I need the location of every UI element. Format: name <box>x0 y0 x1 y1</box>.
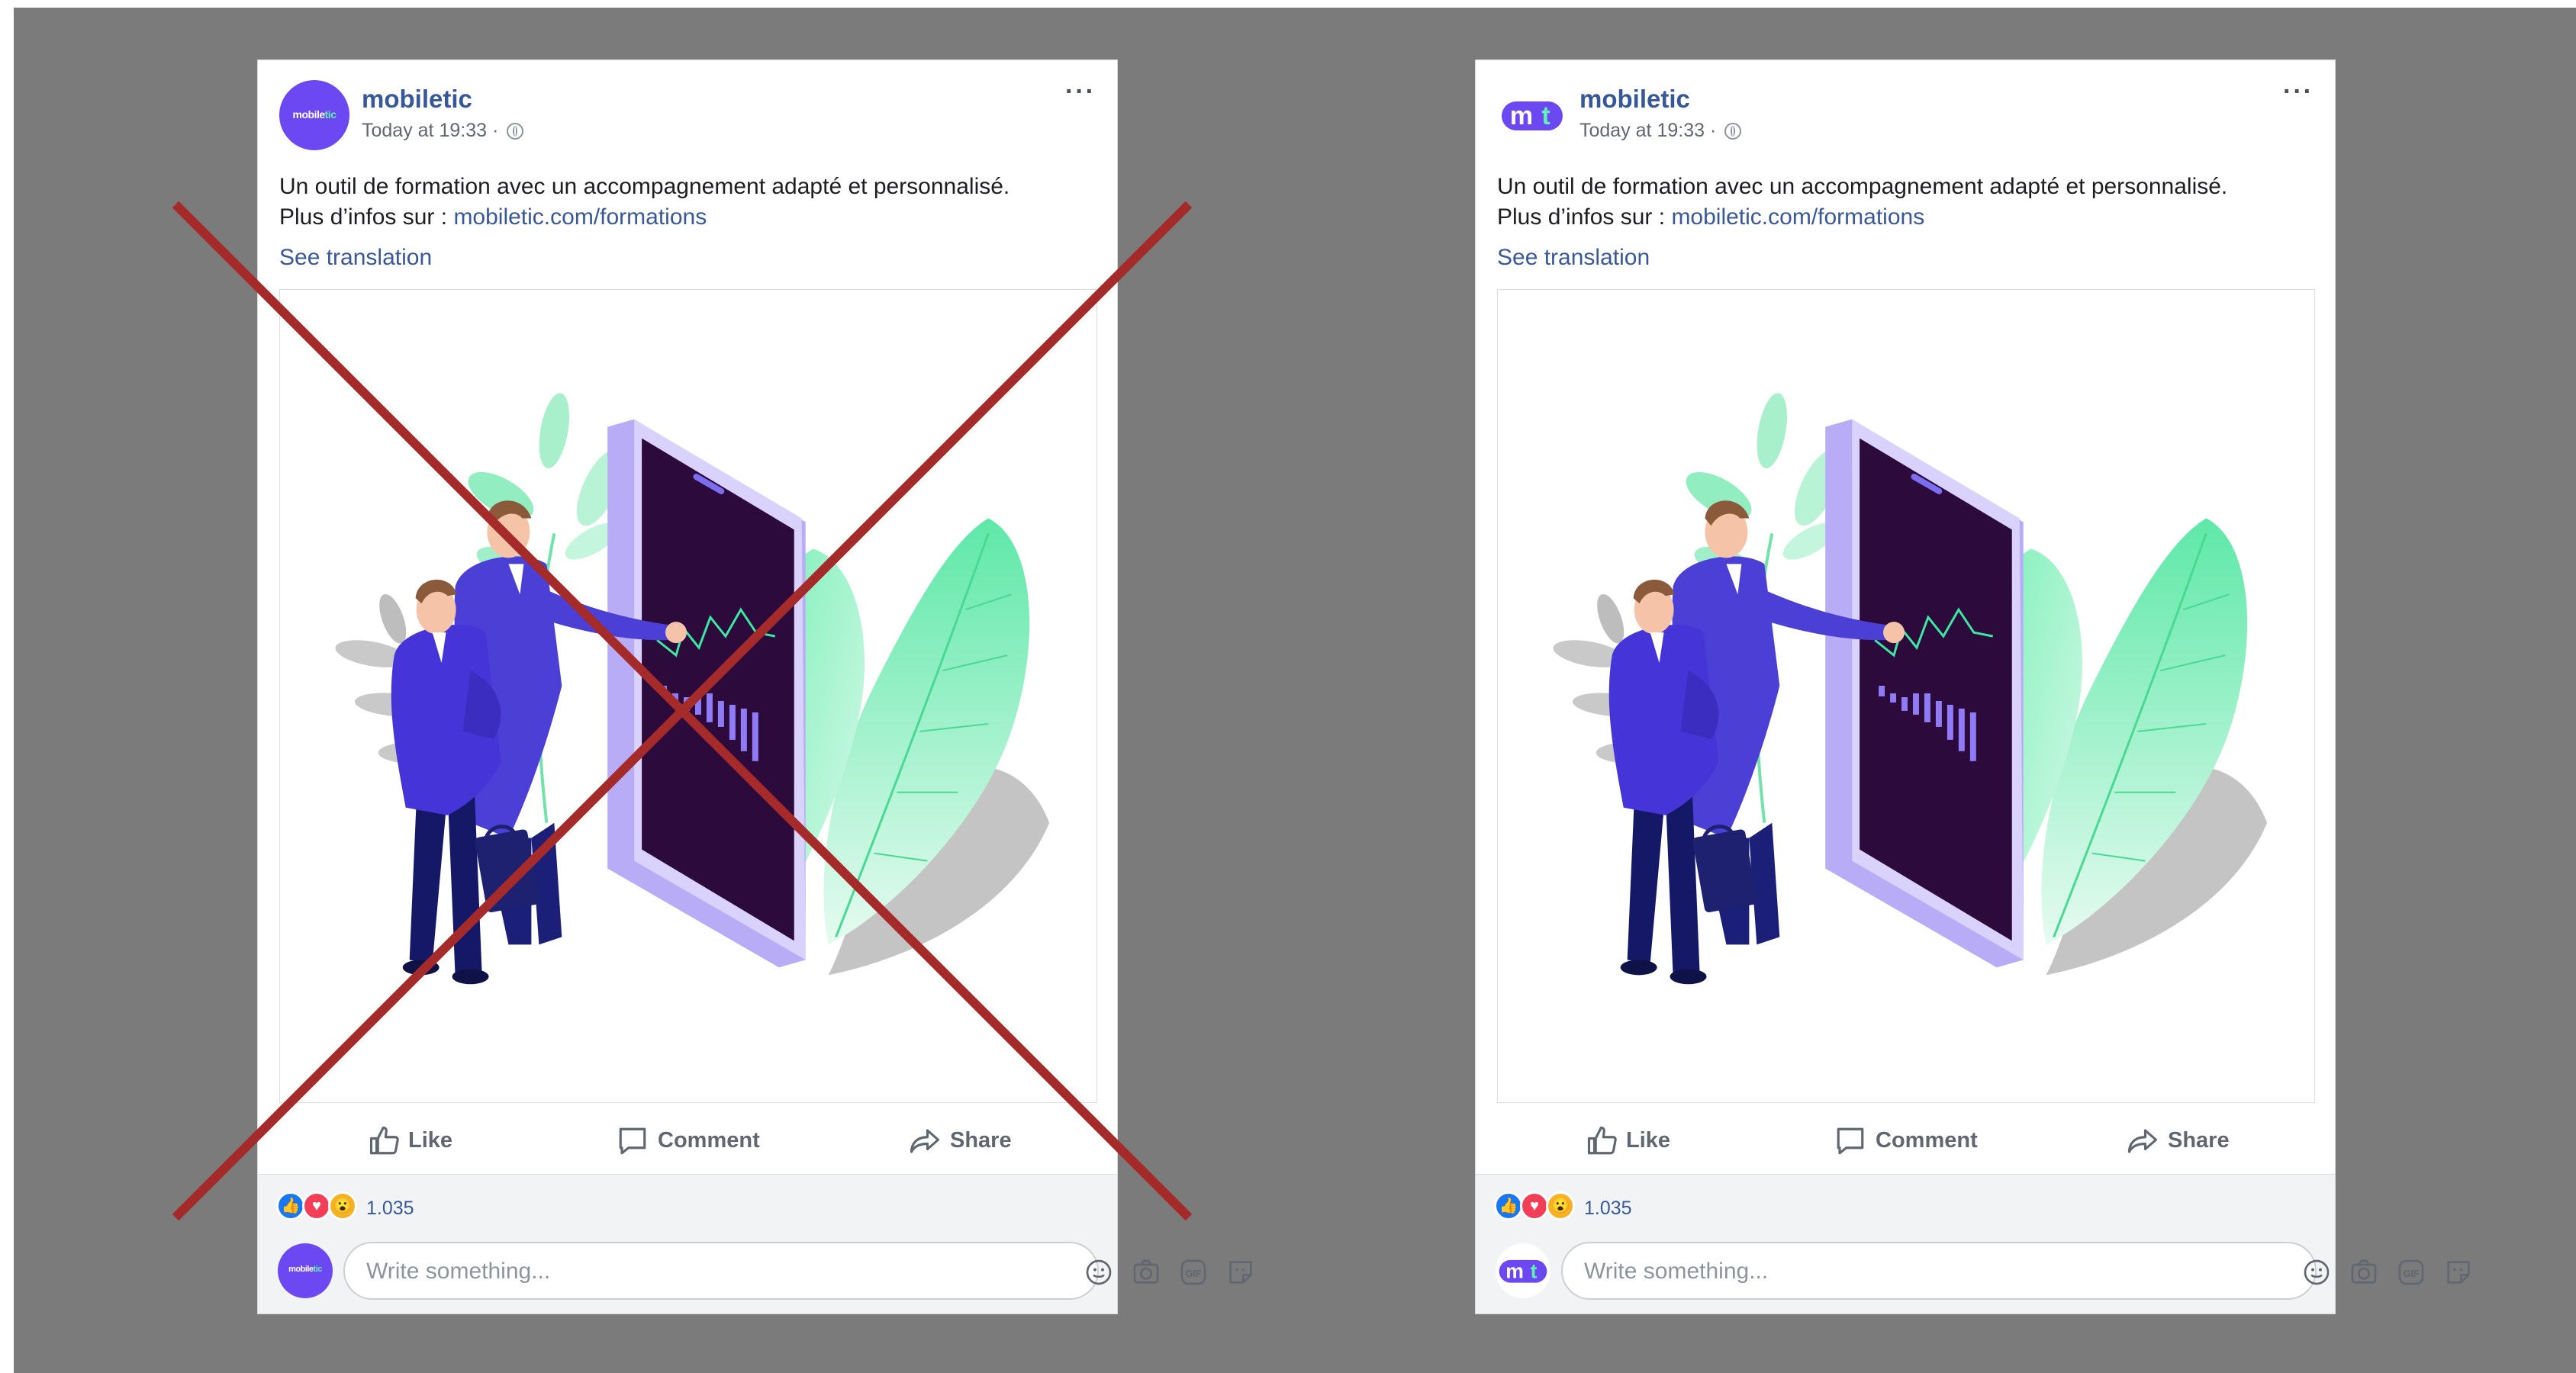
gif-icon[interactable]: GIF <box>2396 1257 2426 1288</box>
post-text-line1: Un outil de formation avec un accompagne… <box>279 174 1010 199</box>
sticker-icon[interactable] <box>1225 1257 1256 1288</box>
see-translation-link[interactable]: See translation <box>1497 245 1650 271</box>
comment-icon <box>619 1127 646 1155</box>
post-image[interactable] <box>1497 289 2315 1103</box>
avatar-logo-text: mobiletic <box>288 1265 322 1274</box>
more-options-button[interactable]: ··· <box>1065 79 1096 105</box>
gif-icon[interactable]: GIF <box>1178 1257 1209 1288</box>
svg-text:GIF: GIF <box>1186 1268 1202 1279</box>
globe-icon <box>507 123 524 140</box>
camera-icon[interactable] <box>2349 1257 2379 1288</box>
more-options-button[interactable]: ··· <box>2283 79 2314 105</box>
post-text-line1: Un outil de formation avec un accompagne… <box>1497 174 2228 199</box>
reaction-count[interactable]: 1.035 <box>1584 1198 1632 1220</box>
reaction-count[interactable]: 1.035 <box>366 1198 414 1220</box>
page-name[interactable]: mobiletic <box>1579 85 1690 114</box>
post-header: m t mobiletic Today at 19:33 · ··· <box>1497 79 2314 153</box>
comment-box: GIF <box>343 1242 1252 1300</box>
wow-reaction-icon: 😮 <box>328 1191 357 1220</box>
comment-input[interactable] <box>1583 1254 2074 1289</box>
comment-input[interactable] <box>365 1254 856 1289</box>
page-avatar[interactable]: m t <box>1497 80 1567 150</box>
share-icon <box>2127 1129 2158 1153</box>
post-timestamp[interactable]: Today at 19:33 · <box>1579 120 1742 142</box>
sticker-icon[interactable] <box>2443 1257 2474 1288</box>
post-text: Un outil de formation avec un accompagne… <box>279 172 1087 233</box>
business-illustration <box>280 290 1096 1102</box>
post-actions: Like Comment Share <box>258 1108 1117 1172</box>
share-button[interactable]: Share <box>909 1108 1031 1172</box>
like-icon <box>369 1126 399 1155</box>
wow-reaction-icon: 😮 <box>1546 1191 1575 1220</box>
post-text-line2: Plus d’infos sur : mobiletic.com/formati… <box>1497 204 1925 230</box>
svg-text:m: m <box>1505 1259 1524 1282</box>
svg-text:m: m <box>1510 101 1533 130</box>
svg-text:GIF: GIF <box>2404 1268 2420 1279</box>
post-link[interactable]: mobiletic.com/formations <box>1671 204 1924 230</box>
emoji-icon[interactable] <box>2301 1257 2332 1288</box>
mt-logo-icon: m t <box>1497 80 1567 150</box>
like-reaction-icon: 👍 <box>1494 1191 1523 1220</box>
see-translation-link[interactable]: See translation <box>279 245 432 271</box>
love-reaction-icon: ♥ <box>302 1191 331 1220</box>
mt-logo-icon: m t <box>1496 1243 1550 1298</box>
post-timestamp[interactable]: Today at 19:33 · <box>362 120 524 142</box>
globe-icon <box>1724 123 1742 140</box>
like-button[interactable]: Like <box>1586 1108 1708 1172</box>
post-link[interactable]: mobiletic.com/formations <box>453 204 707 230</box>
avatar-logo-text: mobiletic <box>292 108 336 121</box>
comment-box: GIF <box>1561 1242 2470 1300</box>
post-header: mobiletic mobiletic Today at 19:33 · ··· <box>279 79 1096 153</box>
post-image[interactable] <box>279 289 1097 1103</box>
comment-button[interactable]: Comment <box>1834 1108 2002 1172</box>
business-illustration <box>1498 290 2314 1102</box>
post-text: Un outil de formation avec un accompagne… <box>1497 172 2304 233</box>
svg-text:t: t <box>1541 101 1550 130</box>
post-actions: Like Comment Share <box>1476 1108 2335 1172</box>
share-icon <box>910 1129 940 1153</box>
love-reaction-icon: ♥ <box>1520 1191 1549 1220</box>
page-avatar[interactable]: mobiletic <box>279 80 349 150</box>
comment-icon <box>1837 1127 1864 1155</box>
svg-text:t: t <box>1531 1259 1538 1282</box>
emoji-icon[interactable] <box>1084 1257 1114 1288</box>
post-footer: 👍 ♥ 😮 1.035 m t GIF <box>1476 1174 2470 1314</box>
share-button[interactable]: Share <box>2127 1108 2249 1172</box>
comment-button[interactable]: Comment <box>617 1108 784 1172</box>
camera-icon[interactable] <box>1131 1257 1161 1288</box>
page-name[interactable]: mobiletic <box>362 85 472 114</box>
like-button[interactable]: Like <box>369 1108 491 1172</box>
post-footer: 👍 ♥ 😮 1.035 mobiletic GIF <box>258 1174 1252 1314</box>
facebook-post-correct: m t mobiletic Today at 19:33 · ··· Un ou… <box>1475 59 2470 1314</box>
like-reaction-icon: 👍 <box>276 1191 305 1220</box>
like-icon <box>1587 1126 1617 1155</box>
facebook-post-incorrect: mobiletic mobiletic Today at 19:33 · ···… <box>257 59 1252 1314</box>
commenter-avatar: m t <box>1496 1243 1550 1298</box>
commenter-avatar: mobiletic <box>278 1243 333 1298</box>
post-text-line2: Plus d’infos sur : mobiletic.com/formati… <box>279 204 707 230</box>
